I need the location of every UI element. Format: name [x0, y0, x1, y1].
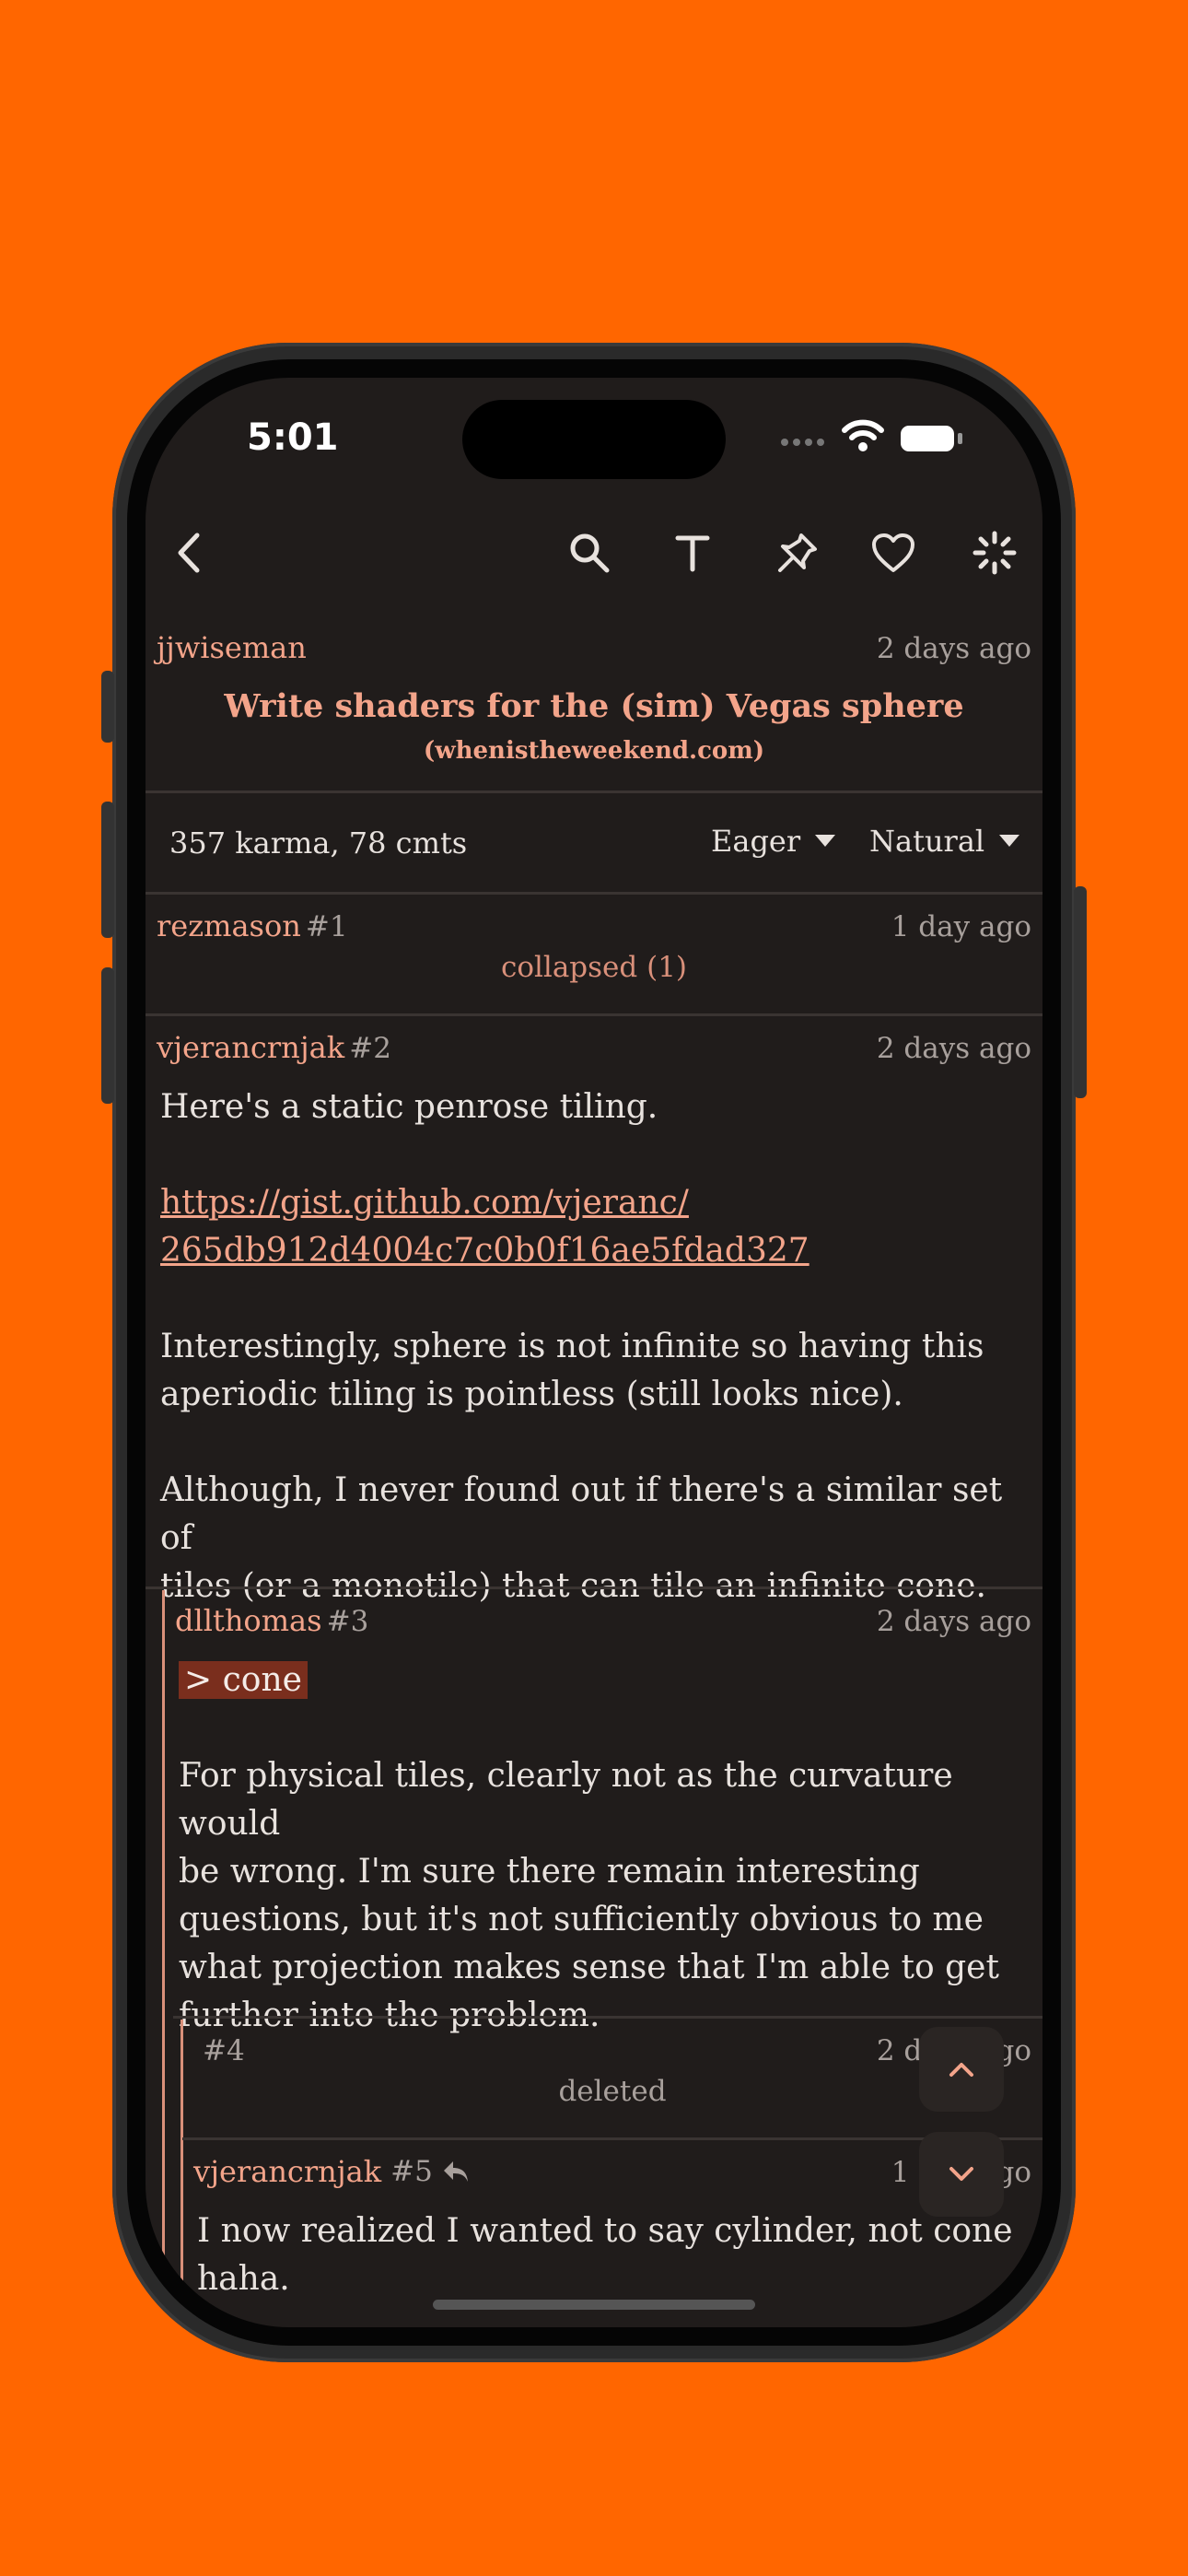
loading-indicator — [967, 525, 1022, 580]
pin-button[interactable] — [770, 525, 825, 580]
app-screen: 5:01 jjwiseman 2 days ago Write shaders … — [146, 378, 1042, 2327]
comment-age: 1 day ago — [891, 910, 1031, 943]
chevron-left-icon — [178, 533, 200, 573]
comment-age: 2 days ago — [876, 1605, 1031, 1638]
back-button[interactable] — [162, 525, 217, 580]
comment-paragraph: I now realized I wanted to say cylinder,… — [197, 2212, 1013, 2250]
caret-down-icon — [815, 835, 836, 847]
comment-paragraph: what projection makes sense that I'm abl… — [179, 1949, 999, 1986]
comment-header[interactable]: #4 — [203, 2032, 245, 2067]
comment-header[interactable]: dllthomas #3 — [175, 1603, 368, 1638]
comment-paragraph: Interestingly, sphere is not infinite so… — [160, 1328, 984, 1365]
story-stats: 357 karma, 78 cmts — [169, 825, 468, 861]
comment-link[interactable]: https://gist.github.com/vjeranc/ — [160, 1179, 1026, 1227]
collapsed-label[interactable]: collapsed (1) — [146, 951, 1042, 984]
search-button[interactable] — [562, 525, 617, 580]
sort-mode-dropdown[interactable]: Natural — [869, 824, 1020, 859]
comment-index: #3 — [326, 1605, 369, 1638]
thread-line — [162, 1590, 165, 2327]
mute-switch — [101, 671, 114, 743]
loading-spinner-icon — [973, 531, 1017, 575]
sort-mode-label: Natural — [869, 824, 985, 859]
volume-up-button — [101, 802, 114, 938]
comment-body: > cone For physical tiles, clearly not a… — [179, 1657, 1030, 2040]
comment-age: 2 days ago — [876, 1032, 1031, 1065]
comment-body: I now realized I wanted to say cylinder,… — [197, 2207, 1026, 2303]
comment-paragraph: Here's a static penrose tiling. — [160, 1088, 658, 1126]
pin-icon — [778, 533, 817, 572]
heart-icon — [872, 533, 914, 572]
power-button — [1074, 886, 1087, 1098]
cellular-signal-icon — [781, 439, 827, 448]
comment-index: #2 — [349, 1032, 391, 1065]
home-indicator[interactable] — [433, 2300, 755, 2310]
comment-index: #4 — [203, 2034, 245, 2067]
comment-body: Here's a static penrose tiling. https://… — [160, 1083, 1026, 1610]
comment-divider — [146, 1013, 1042, 1016]
comment-author[interactable]: rezmason — [157, 908, 301, 943]
comment-divider — [182, 2137, 1042, 2140]
status-time: 5:01 — [247, 416, 339, 459]
comment-author[interactable]: vjerancrnjak — [157, 1030, 344, 1065]
comment-index: #5 — [390, 2155, 433, 2188]
comment-paragraph: For physical tiles, clearly not as the c… — [179, 1757, 953, 1843]
comment-author[interactable]: dllthomas — [175, 1603, 322, 1638]
comment-header[interactable]: vjerancrnjak #5 — [193, 2154, 470, 2189]
dynamic-island — [462, 400, 726, 479]
thread-line — [181, 2020, 183, 2327]
load-mode-dropdown[interactable]: Eager — [711, 824, 836, 859]
comment-author[interactable]: vjerancrnjak — [193, 2154, 381, 2189]
comment-paragraph: Although, I never found out if there's a… — [160, 1471, 1003, 1557]
comment-quote: > cone — [179, 1661, 308, 1699]
favorite-button[interactable] — [866, 525, 921, 580]
next-comment-button[interactable] — [919, 2132, 1004, 2217]
comment-link[interactable]: 265db912d4004c7c0b0f16ae5fdad327 — [160, 1227, 1026, 1275]
comment-paragraph: be wrong. I'm sure there remain interest… — [179, 1853, 920, 1891]
chevron-down-icon — [949, 2167, 973, 2181]
load-mode-label: Eager — [711, 824, 801, 859]
wifi-icon — [842, 419, 884, 451]
battery-cap — [958, 433, 962, 444]
reply-arrow-icon — [443, 2161, 468, 2182]
volume-down-button — [101, 967, 114, 1104]
comment-paragraph: aperiodic tiling is pointless (still loo… — [160, 1376, 903, 1413]
header-divider — [146, 790, 1042, 793]
comment-divider — [146, 1587, 1042, 1589]
story-age: 2 days ago — [876, 632, 1031, 665]
text-size-icon — [675, 535, 710, 572]
chevron-up-icon — [949, 2063, 973, 2077]
deleted-label: deleted — [558, 2075, 667, 2108]
text-size-button[interactable] — [665, 525, 720, 580]
comment-paragraph: haha. — [197, 2260, 290, 2298]
comment-index: #1 — [305, 910, 348, 943]
story-title[interactable]: Write shaders for the (sim) Vegas sphere — [146, 687, 1042, 725]
comment-divider — [173, 2016, 1042, 2019]
comment-paragraph: questions, but it's not sufficiently obv… — [179, 1901, 984, 1938]
story-author[interactable]: jjwiseman — [157, 630, 307, 665]
previous-comment-button[interactable] — [919, 2027, 1004, 2112]
stats-divider — [146, 892, 1042, 895]
caret-down-icon — [999, 835, 1020, 847]
battery-icon — [901, 426, 954, 451]
story-domain[interactable]: (whenistheweekend.com) — [146, 737, 1042, 765]
comment-header[interactable]: rezmason #1 — [157, 908, 348, 943]
search-icon — [570, 533, 610, 573]
comment-header[interactable]: vjerancrnjak #2 — [157, 1030, 391, 1065]
